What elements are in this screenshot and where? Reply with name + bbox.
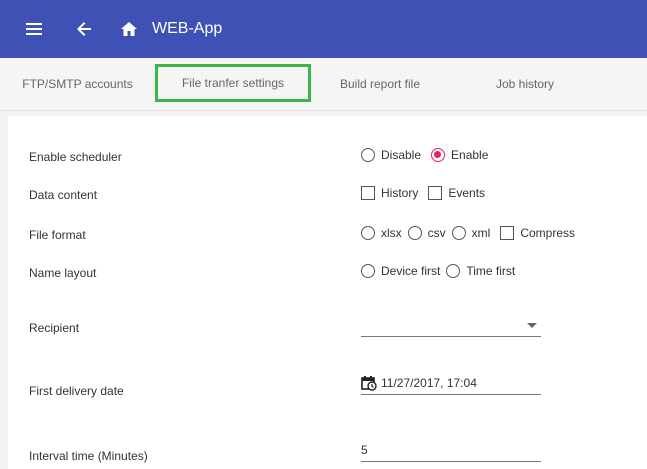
app-bar: WEB-App [0, 0, 647, 58]
data-content-label: Data content [29, 188, 98, 202]
history-checkbox[interactable] [361, 186, 375, 200]
dropdown-arrow-icon [527, 318, 537, 332]
time-first-radio-label: Time first [466, 264, 516, 278]
menu-icon[interactable] [26, 0, 42, 58]
xlsx-radio-label: xlsx [381, 226, 402, 240]
interval-time-label: Interval time (Minutes) [29, 449, 148, 463]
disable-radio[interactable] [361, 148, 375, 162]
disable-radio-label: Disable [381, 148, 422, 162]
tab-file-transfer-settings[interactable]: File tranfer settings [155, 64, 311, 102]
name-layout-label: Name layout [29, 266, 97, 280]
tab-ftp-smtp-accounts[interactable]: FTP/SMTP accounts [10, 58, 145, 110]
history-checkbox-label: History [381, 186, 419, 200]
first-delivery-date-label: First delivery date [29, 384, 124, 398]
events-checkbox-label: Events [448, 186, 486, 200]
interval-time-input[interactable]: 5 [361, 439, 541, 462]
interval-time-value: 5 [361, 443, 368, 457]
name-layout-control: Device first Time first [361, 264, 521, 278]
data-content-control: History Events [361, 186, 491, 200]
csv-radio[interactable] [407, 226, 422, 240]
device-first-radio[interactable] [361, 264, 375, 278]
tab-bar: FTP/SMTP accounts File tranfer settings … [0, 58, 647, 111]
device-first-radio-label: Device first [381, 264, 441, 278]
time-first-radio[interactable] [446, 264, 461, 278]
compress-checkbox-label: Compress [520, 226, 576, 240]
first-delivery-date-field[interactable]: 11/27/2017, 17:04 [361, 372, 541, 395]
tab-job-history[interactable]: Job history [470, 58, 580, 110]
enable-radio-label: Enable [451, 148, 489, 162]
enable-radio[interactable] [431, 148, 446, 162]
enable-scheduler-label: Enable scheduler [29, 150, 122, 164]
recipient-select[interactable] [361, 314, 541, 337]
enable-scheduler-control: Disable Enable [361, 148, 494, 162]
file-format-label: File format [29, 228, 86, 242]
app-title: WEB-App [152, 20, 223, 37]
xml-radio-label: xml [471, 226, 491, 240]
first-delivery-date-value: 11/27/2017, 17:04 [381, 376, 477, 390]
home-icon[interactable] [120, 0, 138, 58]
csv-radio-label: csv [427, 226, 446, 240]
tab-build-report-file[interactable]: Build report file [325, 58, 435, 110]
arrow-left-icon[interactable] [76, 0, 92, 58]
events-checkbox[interactable] [428, 186, 443, 200]
xml-radio[interactable] [451, 226, 466, 240]
file-format-control: xlsx csv xml Compress [361, 226, 581, 240]
settings-panel: Enable scheduler Disable Enable Data con… [8, 116, 647, 469]
recipient-label: Recipient [29, 321, 80, 335]
xlsx-radio[interactable] [361, 226, 375, 240]
calendar-clock-icon[interactable] [361, 375, 377, 391]
compress-checkbox[interactable] [500, 226, 515, 240]
